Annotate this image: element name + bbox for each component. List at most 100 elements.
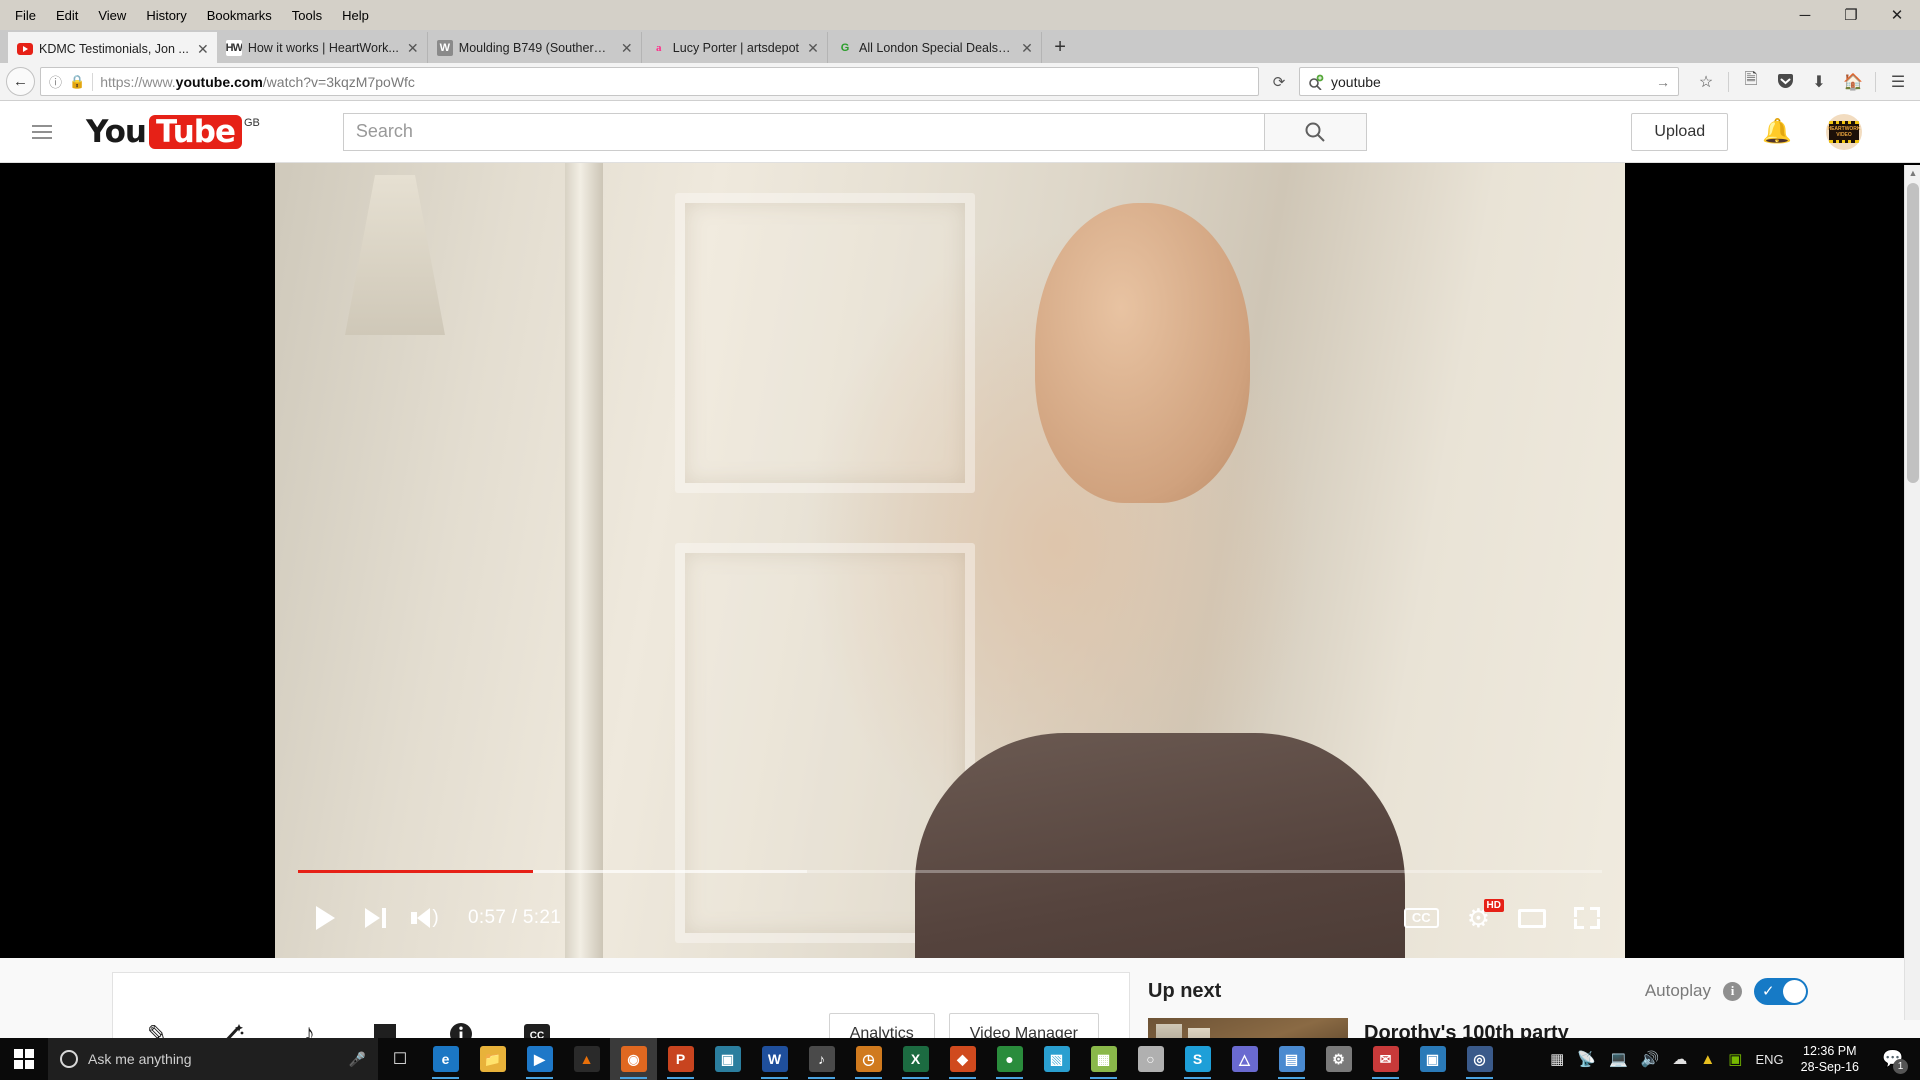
taskbar-app-recorder[interactable]: ○ <box>1127 1038 1174 1080</box>
new-tab-button[interactable]: + <box>1042 32 1078 63</box>
menu-bookmarks[interactable]: Bookmarks <box>198 5 281 26</box>
autoplay-toggle[interactable]: ✓ <box>1754 977 1808 1005</box>
reload-button[interactable]: ⟳ <box>1264 73 1294 91</box>
cortana-icon <box>60 1050 78 1068</box>
menu-icon[interactable]: ☰ <box>1882 67 1914 97</box>
cloud-icon[interactable]: ☁ <box>1672 1050 1687 1068</box>
cortana-search-box[interactable]: Ask me anything 🎤 <box>48 1038 378 1080</box>
warning-icon[interactable]: ▲ <box>1700 1051 1715 1068</box>
close-button[interactable]: ✕ <box>1874 0 1920 30</box>
search-button[interactable] <box>1264 112 1367 151</box>
settings-button[interactable]: ⚙ HD <box>1467 898 1504 932</box>
taskbar-app-video-editor[interactable]: ▣ <box>704 1038 751 1080</box>
menu-view[interactable]: View <box>89 5 135 26</box>
taskbar-app-audacity[interactable]: ♪ <box>798 1038 845 1080</box>
scroll-up-icon[interactable]: ▲ <box>1905 165 1920 181</box>
notifications-bell-icon[interactable]: 🔔 <box>1762 117 1792 146</box>
bookmark-star-icon[interactable]: ☆ <box>1690 67 1722 97</box>
page-info-icon[interactable]: ⓘ <box>49 72 62 91</box>
taskbar-app-powerpoint[interactable]: P <box>657 1038 704 1080</box>
task-view-button[interactable]: ☐ <box>378 1038 422 1080</box>
menu-history[interactable]: History <box>137 5 195 26</box>
guide-menu-icon[interactable] <box>22 124 60 139</box>
menu-file[interactable]: File <box>6 5 45 26</box>
taskbar-app-explorer[interactable]: 📁 <box>469 1038 516 1080</box>
clock[interactable]: 12:36 PM 28-Sep-16 <box>1797 1043 1863 1075</box>
start-button[interactable] <box>0 1038 48 1080</box>
info-icon[interactable]: i <box>1723 981 1742 1001</box>
youtube-logo[interactable]: You Tube GB <box>86 114 260 149</box>
microphone-icon[interactable]: 🎤 <box>349 1051 366 1068</box>
taskbar-app-photo[interactable]: ◆ <box>939 1038 986 1080</box>
taskbar-app-scanner[interactable]: ▧ <box>1033 1038 1080 1080</box>
captions-button[interactable]: CC <box>1403 908 1439 928</box>
action-center-button[interactable]: 💬 1 <box>1876 1038 1910 1080</box>
scrollbar-thumb[interactable] <box>1907 183 1919 483</box>
video-player[interactable]: Kenny Mammarella-D'Cruz THE MAN WHISPERE… <box>0 163 1920 958</box>
search-go-icon[interactable]: → <box>1656 74 1670 90</box>
pillarbox-left <box>0 163 275 958</box>
youtube-header: You Tube GB Search Upload 🔔 HEARTWORK VI… <box>0 101 1920 163</box>
mail-icon: ✉ <box>1372 1046 1399 1072</box>
avatar[interactable]: HEARTWORK VIDEO <box>1826 113 1862 150</box>
control-row: ) 0:57 / 5:21 CC ⚙ HD <box>275 893 1625 943</box>
play-button[interactable] <box>300 896 350 940</box>
browser-tab-london-deals[interactable]: G All London Special Deals | ... ✕ <box>828 32 1043 63</box>
taskbar-app-edge[interactable]: e <box>422 1038 469 1080</box>
tab-close-icon[interactable]: ✕ <box>805 41 821 55</box>
maximize-button[interactable]: ❐ <box>1828 0 1874 30</box>
pocket-icon[interactable] <box>1769 67 1801 97</box>
taskbar-app-settings[interactable]: ⚙ <box>1315 1038 1362 1080</box>
volume-icon[interactable]: 🔊 <box>1641 1050 1660 1068</box>
taskbar-app-camera[interactable]: ◎ <box>1456 1038 1503 1080</box>
tab-close-icon[interactable]: ✕ <box>1019 41 1035 55</box>
taskbar-app-calculator[interactable]: ▦ <box>1080 1038 1127 1080</box>
back-button[interactable]: ← <box>6 67 35 96</box>
address-bar[interactable]: ⓘ 🔒 https://www.youtube.com/watch?v=3kqz… <box>40 67 1259 96</box>
language-indicator[interactable]: ENG <box>1755 1052 1783 1067</box>
browser-search-bar[interactable]: youtube → <box>1299 67 1679 96</box>
search-input[interactable]: Search <box>342 112 1265 151</box>
taskbar-app-paint[interactable]: △ <box>1221 1038 1268 1080</box>
browser-tab-heartwork[interactable]: HW How it works | HeartWork... ✕ <box>217 32 428 63</box>
taskbar-app-firefox[interactable]: ◉ <box>610 1038 657 1080</box>
explorer-icon: 📁 <box>479 1046 506 1072</box>
pillarbox-right <box>1625 163 1920 958</box>
antivirus-icon[interactable]: ▦ <box>1550 1050 1564 1068</box>
settings-icon: ⚙ <box>1325 1046 1352 1072</box>
browser-tab-lucy-porter[interactable]: a Lucy Porter | artsdepot ✕ <box>642 32 829 63</box>
menu-edit[interactable]: Edit <box>47 5 87 26</box>
tab-close-icon[interactable]: ✕ <box>405 41 421 55</box>
menu-tools[interactable]: Tools <box>283 5 331 26</box>
taskbar-app-store[interactable]: ▣ <box>1409 1038 1456 1080</box>
nvidia-icon[interactable]: ▣ <box>1728 1050 1742 1068</box>
upload-button[interactable]: Upload <box>1631 112 1729 151</box>
progress-bar[interactable] <box>298 870 1602 873</box>
network-icon[interactable]: 💻 <box>1609 1050 1628 1068</box>
menu-help[interactable]: Help <box>333 5 378 26</box>
download-icon[interactable]: ⬇ <box>1803 67 1835 97</box>
taskbar-app-skype[interactable]: S <box>1174 1038 1221 1080</box>
taskbar-app-excel[interactable]: X <box>892 1038 939 1080</box>
theater-mode-button[interactable] <box>1518 908 1546 928</box>
volume-button[interactable]: ) <box>400 896 450 940</box>
fullscreen-button[interactable] <box>1574 907 1600 929</box>
taskbar-app-notepad[interactable]: ▤ <box>1268 1038 1315 1080</box>
minimize-button[interactable]: ─ <box>1782 0 1828 30</box>
taskbar-app-word[interactable]: W <box>751 1038 798 1080</box>
page-scrollbar[interactable]: ▲ <box>1904 165 1920 1020</box>
tab-close-icon[interactable]: ✕ <box>195 42 211 56</box>
browser-tab-kdmc[interactable]: KDMC Testimonials, Jon ... ✕ <box>8 32 217 63</box>
taskbar-app-chrome[interactable]: ● <box>986 1038 1033 1080</box>
browser-tab-moulding[interactable]: W Moulding B749 (Southern ... ✕ <box>428 32 642 63</box>
taskbar-app-media-player[interactable]: ▶ <box>516 1038 563 1080</box>
home-icon[interactable]: 🏠 <box>1837 67 1869 97</box>
tab-close-icon[interactable]: ✕ <box>619 41 635 55</box>
toggle-check-icon: ✓ <box>1762 983 1775 1000</box>
dish-icon[interactable]: 📡 <box>1577 1050 1596 1068</box>
library-icon[interactable]: 🗎 <box>1735 67 1767 97</box>
taskbar-app-publisher[interactable]: ◷ <box>845 1038 892 1080</box>
next-video-button[interactable] <box>350 896 400 940</box>
taskbar-app-vlc[interactable]: ▲ <box>563 1038 610 1080</box>
taskbar-app-mail[interactable]: ✉ <box>1362 1038 1409 1080</box>
